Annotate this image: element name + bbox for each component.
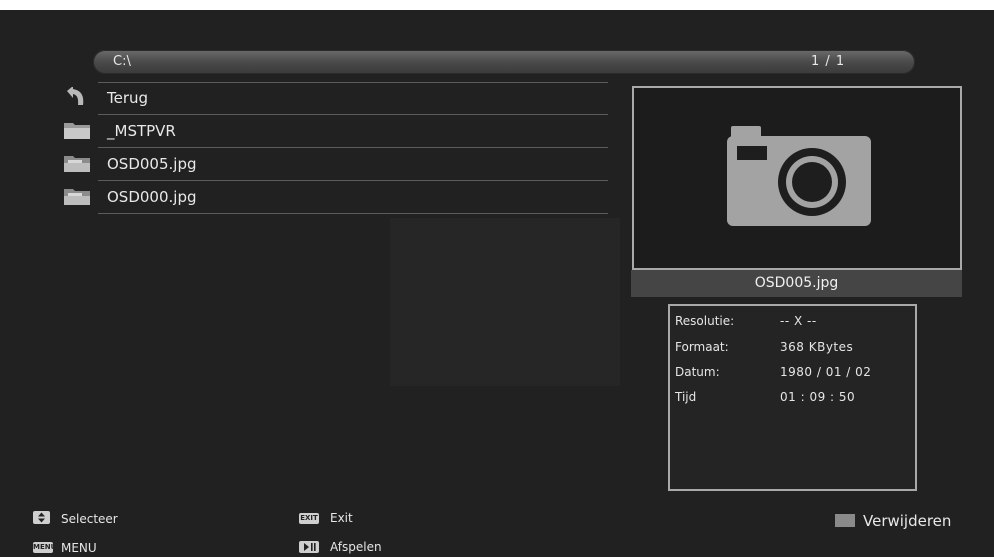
photo-file-icon xyxy=(64,189,90,205)
preview-filename: OSD005.jpg xyxy=(631,270,962,297)
exit-hint: Exit xyxy=(330,511,353,525)
file-info-panel: Resolutie: -- X -- Formaat: 368 KBytes D… xyxy=(668,304,917,491)
page-indicator: 1 / 1 xyxy=(811,54,846,69)
delete-hint[interactable]: Verwijderen xyxy=(863,512,951,530)
list-item-label: OSD005.jpg xyxy=(107,155,197,173)
info-key: Datum: xyxy=(675,365,720,379)
list-item-file[interactable]: OSD000.jpg xyxy=(60,181,608,214)
play-pause-key-icon xyxy=(299,541,319,553)
grey-key-icon xyxy=(835,514,855,527)
info-key: Resolutie: xyxy=(675,314,735,328)
list-item-folder[interactable]: _MSTPVR xyxy=(60,115,608,148)
background-panel xyxy=(390,218,620,386)
info-value: -- X -- xyxy=(780,314,817,328)
info-value: 01 : 09 : 50 xyxy=(780,390,856,404)
path-bar: C:\ 1 / 1 xyxy=(93,50,915,74)
list-item-label: OSD000.jpg xyxy=(107,188,197,206)
exit-key-icon: EXIT xyxy=(299,513,319,524)
divider xyxy=(98,82,608,83)
list-item-file[interactable]: OSD005.jpg xyxy=(60,148,608,181)
info-value: 1980 / 01 / 02 xyxy=(780,365,872,379)
file-list: Terug _MSTPVR OSD005.jpg OSD000.jpg xyxy=(60,82,608,214)
select-hint: Selecteer xyxy=(61,512,118,526)
folder-icon xyxy=(64,123,90,139)
up-down-key-icon xyxy=(33,511,50,524)
list-item-label: Terug xyxy=(107,89,149,107)
list-item-back[interactable]: Terug xyxy=(60,82,608,115)
info-value: 368 KBytes xyxy=(780,340,854,354)
info-key: Formaat: xyxy=(675,340,729,354)
preview-panel xyxy=(632,86,962,270)
camera-icon xyxy=(727,126,871,226)
current-path: C:\ xyxy=(113,54,131,69)
list-item-label: _MSTPVR xyxy=(107,122,176,140)
photo-file-icon xyxy=(64,156,90,172)
top-band xyxy=(0,0,994,10)
menu-hint: MENU xyxy=(61,541,97,555)
menu-key-icon: MENU xyxy=(33,542,57,553)
back-arrow-icon xyxy=(67,87,84,105)
divider xyxy=(98,213,608,214)
info-key: Tijd xyxy=(675,390,697,404)
play-hint: Afspelen xyxy=(330,540,382,554)
